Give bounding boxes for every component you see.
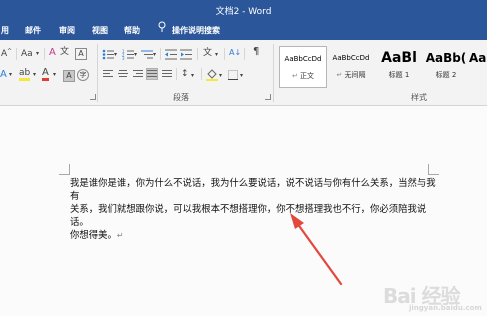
baidu-watermark: Bai 经验 jingyan.baidu.com: [383, 280, 482, 312]
baidu-url: jingyan.baidu.com: [409, 304, 482, 312]
annotation-arrow: [290, 213, 343, 286]
